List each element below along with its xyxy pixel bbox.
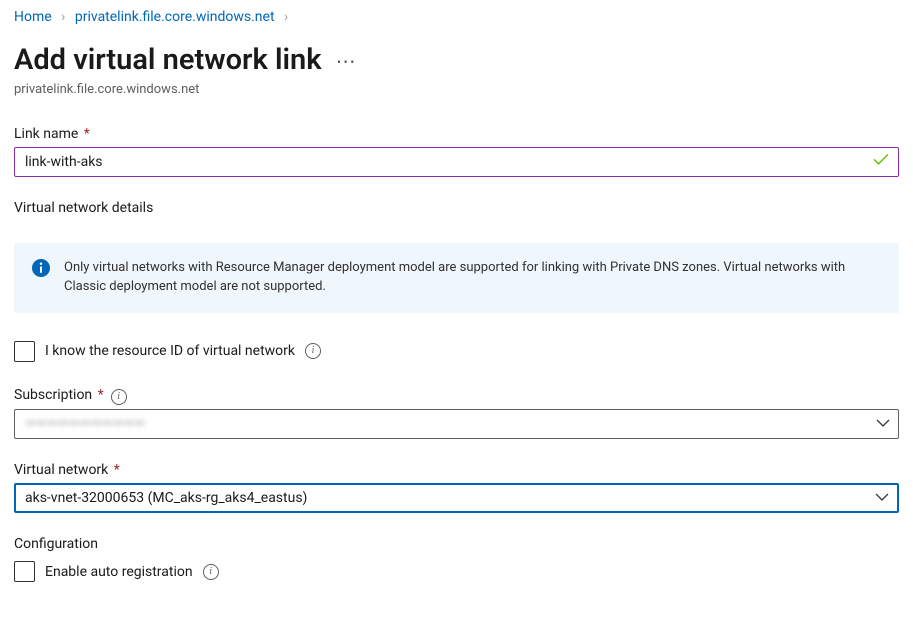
link-name-input[interactable] [14,147,899,177]
section-vnet-details: Virtual network details [14,199,899,217]
breadcrumb-home[interactable]: Home [14,9,52,25]
auto-registration-label: Enable auto registration [45,563,193,581]
required-indicator: * [80,126,90,142]
more-actions-button[interactable]: ⋯ [336,48,356,80]
info-banner: Only virtual networks with Resource Mana… [14,243,899,313]
breadcrumb-separator-1: › [55,9,71,25]
subscription-info-icon[interactable]: i [111,389,127,405]
required-indicator: * [110,462,120,478]
checkmark-icon [873,152,889,171]
auto-registration-info-icon[interactable]: i [203,564,219,580]
breadcrumb-separator-2: › [278,9,294,25]
know-resource-id-checkbox[interactable] [14,341,35,362]
chevron-down-icon [876,415,890,433]
virtual-network-label: Virtual network * [14,461,899,479]
chevron-down-icon [875,489,889,507]
virtual-network-value: aks-vnet-32000653 (MC_aks-rg_aks4_eastus… [25,489,307,507]
page-subtitle: privatelink.file.core.windows.net [14,82,899,99]
required-indicator: * [94,387,104,403]
auto-registration-checkbox[interactable] [14,561,35,582]
section-configuration: Configuration [14,535,899,553]
info-banner-icon [32,259,50,283]
subscription-select[interactable]: ——————————— [14,409,899,439]
know-resource-id-label: I know the resource ID of virtual networ… [45,342,295,360]
know-resource-id-info-icon[interactable]: i [305,343,321,359]
link-name-label: Link name * [14,125,899,143]
breadcrumb: Home › privatelink.file.core.windows.net… [14,8,899,26]
breadcrumb-zone[interactable]: privatelink.file.core.windows.net [75,9,275,25]
info-banner-text: Only virtual networks with Resource Mana… [64,259,881,297]
virtual-network-select[interactable]: aks-vnet-32000653 (MC_aks-rg_aks4_eastus… [14,483,899,513]
subscription-value: ——————————— [25,415,145,433]
subscription-label: Subscription * i [14,386,899,405]
page-title: Add virtual network link [14,42,322,80]
